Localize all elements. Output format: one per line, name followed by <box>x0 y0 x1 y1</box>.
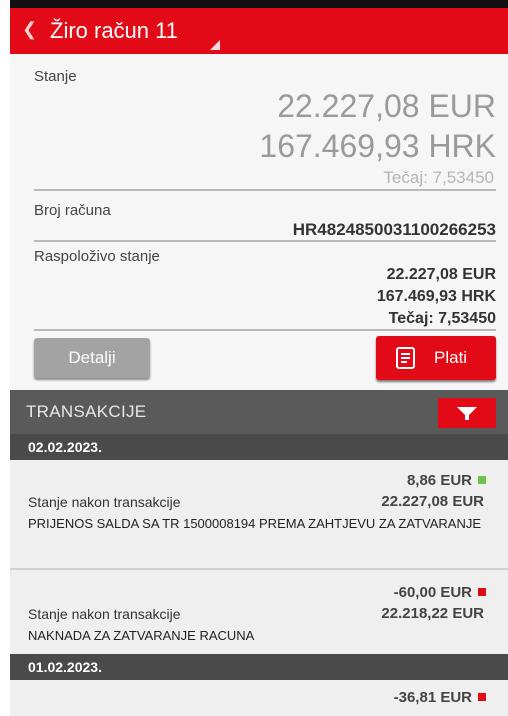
balance-after-label: Stanje nakon transakcije <box>28 606 181 622</box>
available-rate: Tečaj: 7,53450 <box>388 310 496 327</box>
app-frame: ❮ Žiro račun 11 Stanje 22.227,08 EUR 167… <box>10 0 508 716</box>
account-panel: Stanje 22.227,08 EUR 167.469,93 HRK Teča… <box>10 54 508 390</box>
negative-indicator-icon <box>478 588 486 596</box>
details-button[interactable]: Detalji <box>34 338 150 378</box>
balance-rate: Tečaj: 7,53450 <box>383 168 494 187</box>
transaction-amount: -36,81 EUR <box>393 689 472 706</box>
divider <box>34 329 496 331</box>
transaction-item[interactable]: 8,86 EUR Stanje nakon transakcije 22.227… <box>10 460 508 570</box>
available-eur: 22.227,08 EUR <box>386 266 496 283</box>
date-row: 02.02.2023. <box>10 434 508 460</box>
balance-eur: 22.227,08 EUR <box>277 88 496 124</box>
pay-button[interactable]: Plati <box>376 336 496 380</box>
balance-after-value: 22.218,22 EUR <box>381 605 484 622</box>
transaction-item[interactable]: -36,81 EUR <box>10 680 508 716</box>
negative-indicator-icon <box>478 693 486 701</box>
filter-button[interactable] <box>438 398 496 428</box>
transactions-header: TRANSAKCIJE <box>10 390 508 434</box>
transaction-amount: 8,86 EUR <box>406 472 472 489</box>
status-bar <box>10 0 508 8</box>
divider <box>34 189 496 191</box>
divider <box>34 240 496 242</box>
filter-icon <box>457 407 477 420</box>
balance-label: Stanje <box>34 68 77 85</box>
pay-label: Plati <box>434 348 468 367</box>
balance-after-value: 22.227,08 EUR <box>381 493 484 510</box>
positive-indicator-icon <box>478 476 486 484</box>
date-row: 01.02.2023. <box>10 654 508 680</box>
dropdown-corner-icon <box>210 40 220 50</box>
account-number: HR4824850031100266253 <box>292 220 496 239</box>
transaction-amount: -60,00 EUR <box>393 584 472 601</box>
available-hrk: 167.469,93 HRK <box>376 288 496 305</box>
available-label: Raspoloživo stanje <box>34 248 160 265</box>
transaction-description: PRIJENOS SALDA SA TR 1500008194 PREMA ZA… <box>28 516 482 531</box>
document-pay-icon <box>394 346 418 375</box>
balance-hrk: 167.469,93 HRK <box>259 128 496 164</box>
page-title[interactable]: Žiro račun 11 <box>50 18 178 44</box>
transaction-description: NAKNADA ZA ZATVARANJE RACUNA <box>28 628 255 643</box>
chevron-left-icon[interactable]: ❮ <box>22 19 37 40</box>
balance-after-label: Stanje nakon transakcije <box>28 494 181 510</box>
transactions-title: TRANSAKCIJE <box>26 402 147 421</box>
title-bar: ❮ Žiro račun 11 <box>10 8 508 54</box>
date-label: 02.02.2023. <box>28 439 102 455</box>
date-label: 01.02.2023. <box>28 659 102 675</box>
transaction-item[interactable]: -60,00 EUR Stanje nakon transakcije 22.2… <box>10 570 508 656</box>
account-number-label: Broj računa <box>34 202 111 219</box>
